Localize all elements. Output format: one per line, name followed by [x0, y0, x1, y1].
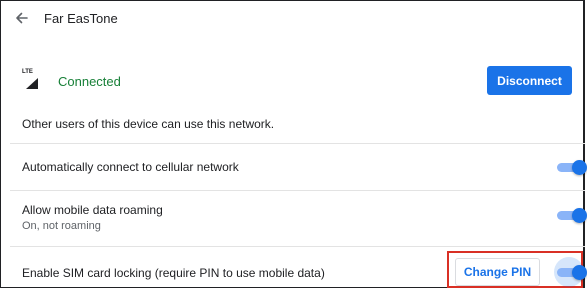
roaming-label: Allow mobile data roaming: [22, 203, 163, 217]
window-frame: [0, 0, 585, 288]
divider: [10, 246, 585, 247]
connection-status: Connected: [58, 73, 121, 89]
divider: [10, 143, 585, 144]
disconnect-button[interactable]: Disconnect: [487, 66, 572, 95]
sim-lock-toggle[interactable]: [555, 265, 587, 280]
change-pin-button[interactable]: Change PIN: [455, 258, 540, 286]
roaming-status: On, not roaming: [22, 220, 101, 232]
back-arrow-icon[interactable]: [14, 10, 30, 26]
lte-signal-icon: LTE: [22, 69, 44, 90]
toggle-knob: [572, 208, 587, 223]
roaming-toggle[interactable]: [555, 208, 587, 223]
header: Far EasTone: [14, 6, 118, 30]
page-title: Far EasTone: [44, 10, 118, 26]
sim-lock-label: Enable SIM card locking (require PIN to …: [22, 266, 325, 280]
connection-row: LTE Connected Disconnect: [22, 66, 582, 96]
auto-connect-toggle[interactable]: [555, 160, 587, 175]
toggle-knob: [572, 265, 587, 280]
info-text: Other users of this device can use this …: [22, 117, 275, 131]
auto-connect-label: Automatically connect to cellular networ…: [22, 160, 239, 174]
toggle-knob: [572, 160, 587, 175]
divider: [10, 190, 585, 191]
